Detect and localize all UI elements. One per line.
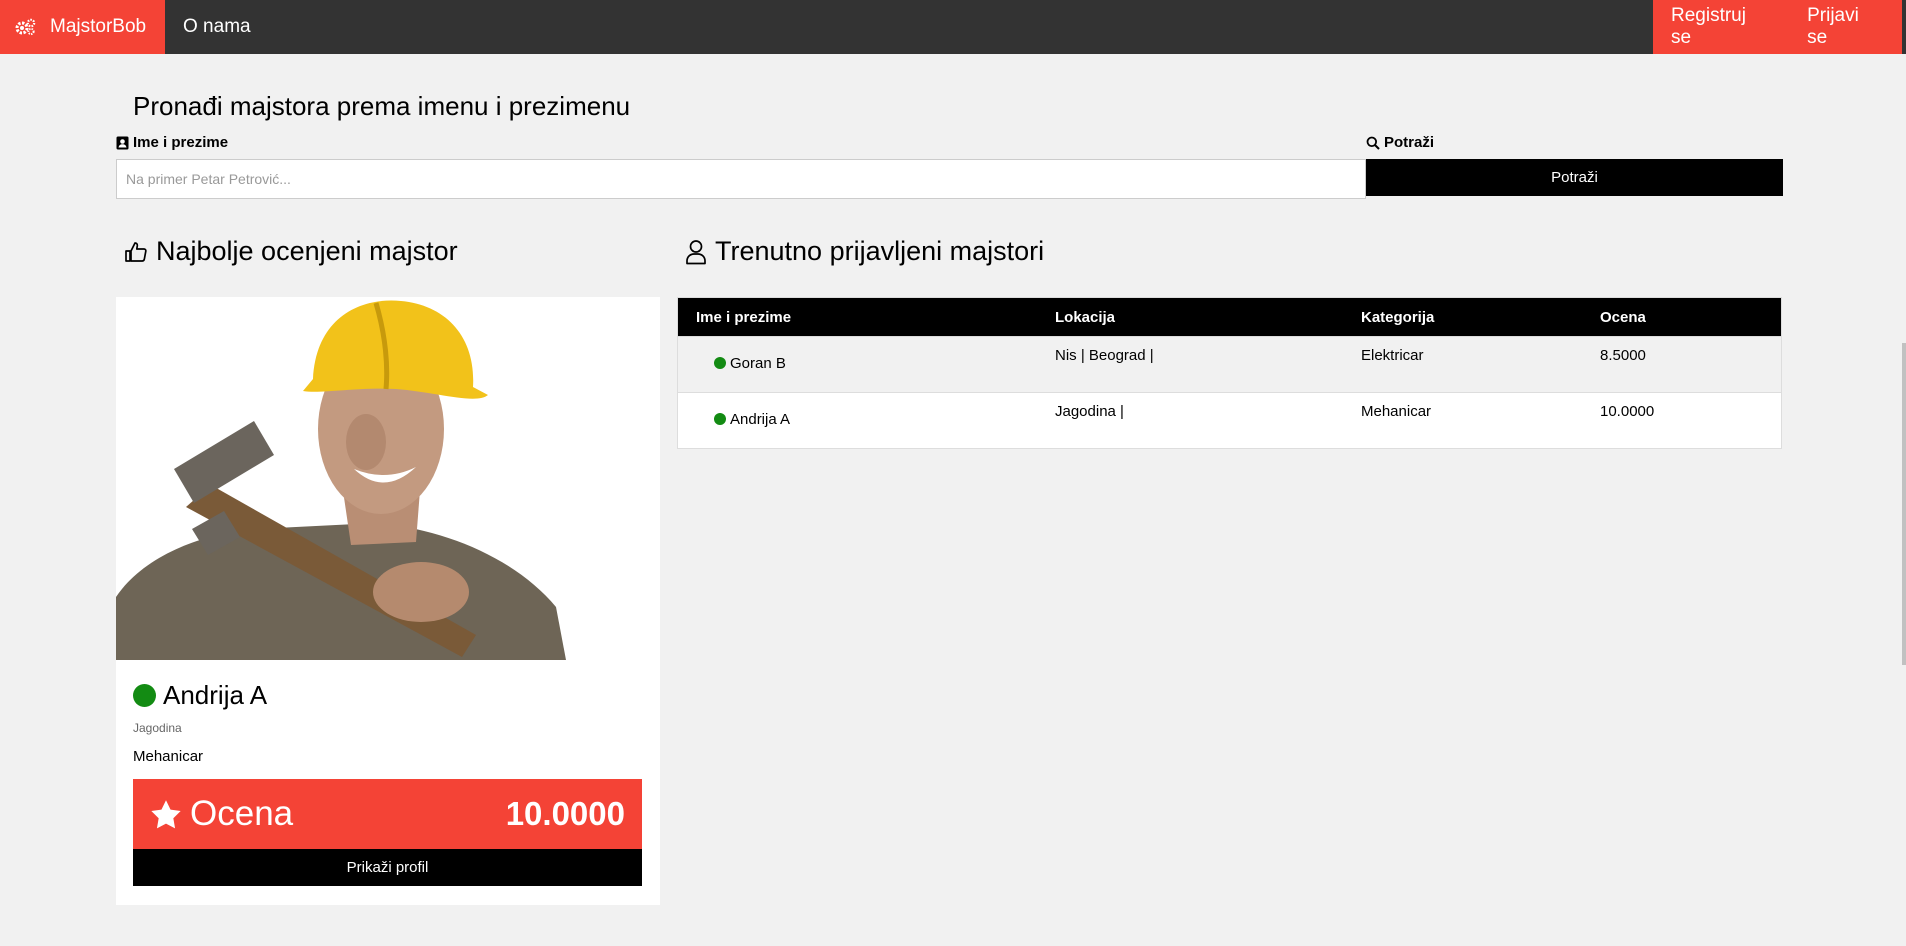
rating-value: 10.0000 <box>505 795 625 832</box>
worker-city: Jagodina <box>133 721 182 735</box>
name-label-text: Ime i prezime <box>133 134 229 151</box>
cell-location: Nis | Beograd | <box>1037 336 1343 393</box>
brand-link[interactable]: MajstorBob <box>0 0 165 54</box>
worker-category: Mehanicar <box>133 748 204 765</box>
table-header-row: Ime i prezime Lokacija Kategorija Ocena <box>677 297 1782 337</box>
star-icon <box>151 799 181 828</box>
worker-name: Andrija A <box>133 680 267 711</box>
search-action-label: Potraži <box>1366 134 1434 151</box>
cell-category: Elektricar <box>1343 336 1582 393</box>
online-status-dot <box>133 684 156 707</box>
cell-location: Jagodina | <box>1037 392 1343 449</box>
address-book-icon <box>116 136 129 149</box>
worker-photo <box>116 297 566 660</box>
col-header-name: Ime i prezime <box>677 297 1037 337</box>
worker-name-text: Andrija A <box>163 680 268 710</box>
login-link[interactable]: Prijavi se <box>1789 0 1902 54</box>
online-table: Ime i prezime Lokacija Kategorija Ocena … <box>677 297 1782 449</box>
search-button[interactable]: Potraži <box>1366 159 1783 196</box>
cell-name: Goran B <box>677 336 1037 393</box>
table-row[interactable]: Goran B Nis | Beograd | Elektricar 8.500… <box>677 336 1782 393</box>
brand-name: MajstorBob <box>50 16 147 37</box>
table-row[interactable]: Andrija A Jagodina | Mehanicar 10.0000 <box>677 392 1782 449</box>
rating-label-text: Ocena <box>190 794 294 833</box>
page-scrollbar[interactable] <box>1902 343 1906 665</box>
auth-links: Registruj se Prijavi se <box>1653 0 1902 54</box>
thumbs-up-icon <box>125 241 147 262</box>
col-header-rating: Ocena <box>1582 297 1782 337</box>
col-header-category: Kategorija <box>1343 297 1582 337</box>
online-heading: Trenutno prijavljeni majstori <box>685 236 1044 267</box>
search-icon <box>1366 136 1380 150</box>
rating-label: Ocena <box>150 779 293 849</box>
online-status-dot <box>714 413 726 425</box>
search-input[interactable] <box>116 159 1366 199</box>
online-status-dot <box>714 357 726 369</box>
cell-category: Mehanicar <box>1343 392 1582 449</box>
online-heading-text: Trenutno prijavljeni majstori <box>715 236 1045 266</box>
cell-name: Andrija A <box>677 392 1037 449</box>
show-profile-button[interactable]: Prikaži profil <box>133 849 642 886</box>
top-rated-card: Andrija A Jagodina Mehanicar Ocena 10.00… <box>116 297 660 905</box>
cell-name-text: Goran B <box>730 355 786 372</box>
cogs-icon <box>15 18 36 36</box>
nav-about-link[interactable]: O nama <box>165 0 269 54</box>
top-navbar: MajstorBob O nama Registruj se Prijavi s… <box>0 0 1906 54</box>
name-field-label: Ime i prezime <box>116 134 228 151</box>
register-link[interactable]: Registruj se <box>1653 0 1789 54</box>
cell-name-text: Andrija A <box>730 411 791 428</box>
col-header-location: Lokacija <box>1037 297 1343 337</box>
cell-rating: 8.5000 <box>1582 336 1782 393</box>
search-title: Pronađi majstora prema imenu i prezimenu <box>133 91 631 121</box>
rating-box: Ocena 10.0000 <box>133 779 642 849</box>
top-rated-heading: Najbolje ocenjeni majstor <box>124 236 458 267</box>
cell-rating: 10.0000 <box>1582 392 1782 449</box>
top-rated-heading-text: Najbolje ocenjeni majstor <box>156 236 458 266</box>
search-action-text: Potraži <box>1384 134 1435 151</box>
user-icon <box>686 239 706 264</box>
